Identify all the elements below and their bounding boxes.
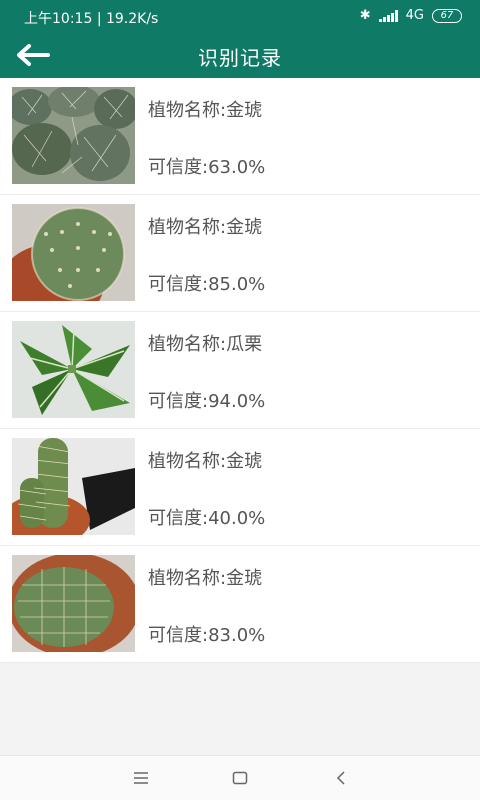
- record-item[interactable]: 植物名称:瓜栗 可信度:94.0%: [0, 312, 480, 429]
- potted-barrel-cactus-photo: [12, 204, 135, 301]
- menu-button[interactable]: [121, 764, 161, 792]
- money-tree-leaves-photo: [12, 321, 135, 418]
- confidence-value: 可信度:83.0%: [148, 625, 266, 646]
- bluetooth-icon: ✱: [359, 8, 371, 23]
- plant-name: 植物名称:金琥: [148, 217, 263, 238]
- battery-level: 67: [440, 10, 454, 21]
- record-item[interactable]: 植物名称:金琥 可信度:63.0%: [0, 78, 480, 195]
- status-divider: |: [96, 11, 106, 27]
- plant-name: 植物名称:金琥: [148, 568, 263, 589]
- confidence-value: 可信度:94.0%: [148, 391, 266, 412]
- status-time-speed: 上午10:15 | 19.2K/s: [24, 8, 158, 28]
- confidence-value: 可信度:85.0%: [148, 274, 266, 295]
- columnar-cactus-photo: [12, 438, 135, 535]
- status-time: 上午10:15: [24, 11, 93, 27]
- potted-round-cactus-photo: [12, 555, 135, 652]
- confidence-value: 可信度:40.0%: [148, 508, 266, 529]
- nav-back-button[interactable]: [321, 764, 361, 792]
- status-bar: 上午10:15 | 19.2K/s ✱ 4G 67: [0, 0, 480, 32]
- plant-name: 植物名称:金琥: [148, 100, 263, 121]
- record-item[interactable]: 植物名称:金琥 可信度:83.0%: [0, 546, 480, 663]
- plant-name: 植物名称:瓜栗: [148, 334, 263, 355]
- system-nav-bar: [0, 755, 480, 800]
- network-type: 4G: [405, 8, 424, 23]
- record-list: 植物名称:金琥 可信度:63.0% 植物名称:金琥 可信度:85.0% 植物名称…: [0, 78, 480, 663]
- page-title: 识别记录: [198, 46, 282, 70]
- confidence-value: 可信度:63.0%: [148, 157, 266, 178]
- menu-icon: [134, 772, 148, 784]
- signal-icon: [378, 9, 398, 22]
- network-speed: 19.2K/s: [105, 11, 159, 27]
- battery-icon: 67: [432, 8, 462, 23]
- cactus-cluster-photo: [12, 87, 135, 184]
- plant-name: 植物名称:金琥: [148, 451, 263, 472]
- home-icon: [232, 771, 248, 785]
- record-item[interactable]: 植物名称:金琥 可信度:85.0%: [0, 195, 480, 312]
- record-item[interactable]: 植物名称:金琥 可信度:40.0%: [0, 429, 480, 546]
- back-icon: [336, 771, 345, 785]
- app-bar: 识别记录: [0, 32, 480, 78]
- status-icons: ✱ 4G 67: [360, 8, 462, 23]
- home-button[interactable]: [220, 764, 260, 792]
